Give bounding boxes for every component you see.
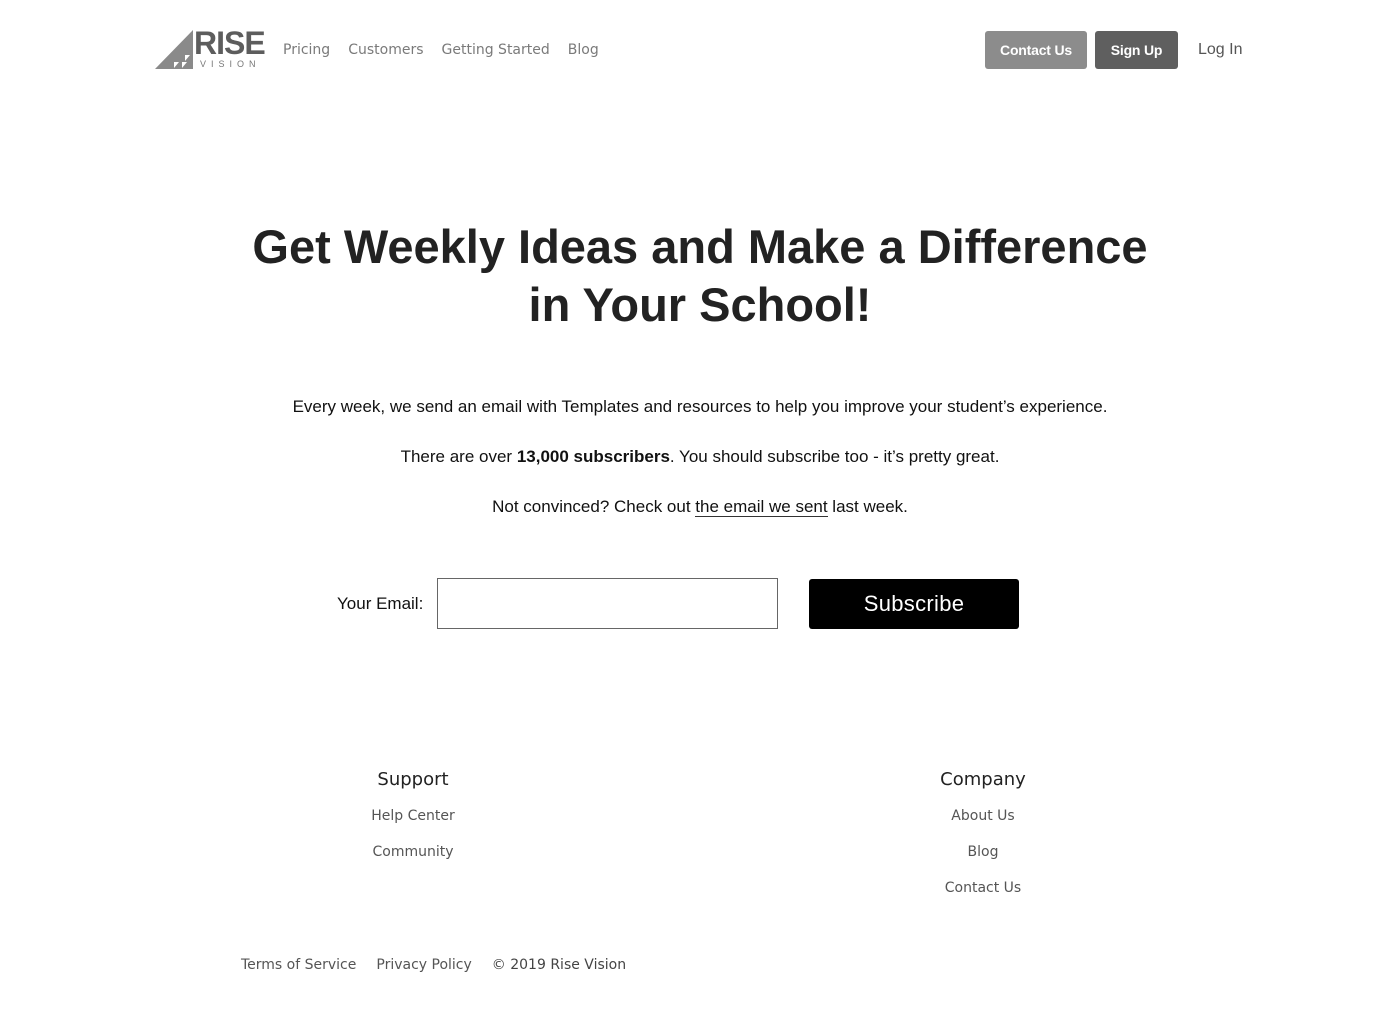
logo-subtitle: VISION [200, 59, 261, 69]
rise-vision-logo[interactable]: RISE VISION [155, 27, 266, 70]
page-title: Get Weekly Ideas and Make a Difference i… [200, 218, 1200, 334]
nav-pricing[interactable]: Pricing [283, 40, 330, 60]
sample-email-text: Not convinced? Check out the email we se… [0, 495, 1400, 519]
nav-customers[interactable]: Customers [348, 40, 423, 60]
footer-support-heading: Support [377, 769, 449, 790]
main-nav: Pricing Customers Getting Started Blog [283, 40, 599, 60]
headline-line-2: in Your School! [528, 278, 872, 331]
logo-wordmark: RISE [194, 25, 266, 61]
footer-legal: Terms of Service Privacy Policy © 2019 R… [241, 955, 626, 975]
footer-support-column: Support Help Center Community [313, 768, 513, 862]
contact-us-button[interactable]: Contact Us [985, 31, 1087, 69]
subscriber-text-pre: There are over [400, 447, 517, 466]
sample-text-post: last week. [827, 497, 908, 516]
footer-company-heading: Company [940, 769, 1026, 790]
subscriber-count: 13,000 subscribers [516, 447, 670, 466]
subscriber-text-post: . You should subscribe too - it’s pretty… [669, 447, 1000, 466]
footer-company-column: Company About Us Blog Contact Us [883, 768, 1083, 898]
subscriber-text: There are over 13,000 subscribers. You s… [0, 445, 1400, 469]
email-input[interactable] [437, 578, 778, 629]
privacy-policy-link[interactable]: Privacy Policy [376, 955, 471, 975]
copyright-text: © 2019 Rise Vision [491, 957, 627, 973]
sample-email-link[interactable]: the email we sent [695, 497, 828, 517]
footer-help-center-link[interactable]: Help Center [313, 806, 513, 826]
sign-up-button[interactable]: Sign Up [1095, 31, 1178, 69]
footer-about-us-link[interactable]: About Us [883, 806, 1083, 826]
footer-contact-us-link[interactable]: Contact Us [883, 878, 1083, 898]
nav-blog[interactable]: Blog [568, 40, 599, 60]
terms-of-service-link[interactable]: Terms of Service [241, 955, 356, 975]
footer-blog-link[interactable]: Blog [883, 842, 1083, 862]
footer-community-link[interactable]: Community [313, 842, 513, 862]
subscribe-button[interactable]: Subscribe [809, 579, 1019, 629]
logo-triangle-icon [155, 30, 193, 69]
headline-line-1: Get Weekly Ideas and Make a Difference [252, 220, 1148, 273]
intro-text: Every week, we send an email with Templa… [292, 397, 1108, 416]
nav-getting-started[interactable]: Getting Started [442, 40, 550, 60]
sample-text-pre: Not convinced? Check out [492, 497, 696, 516]
email-label: Your Email: [337, 594, 424, 613]
log-in-link[interactable]: Log In [1198, 39, 1242, 61]
